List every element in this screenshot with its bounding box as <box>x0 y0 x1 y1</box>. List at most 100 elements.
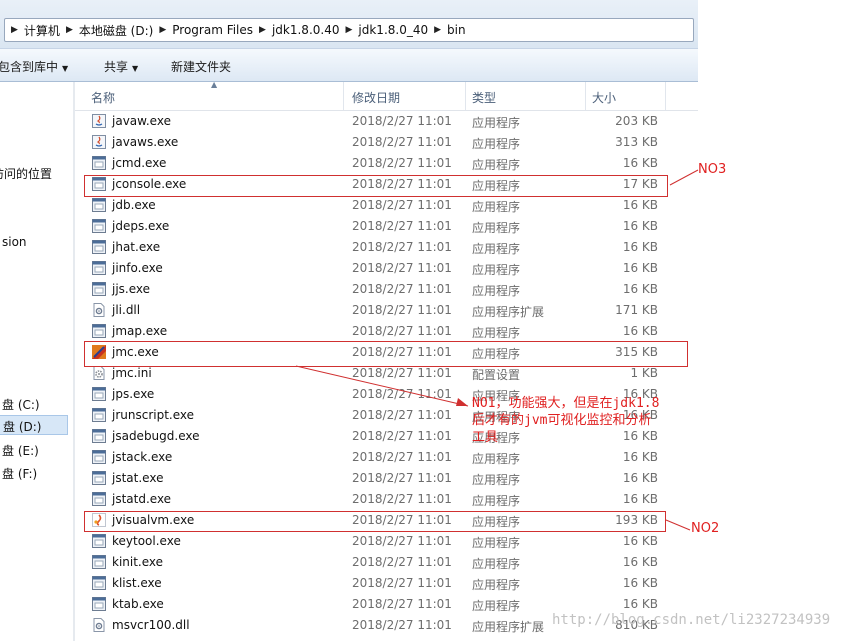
file-modified-date: 2018/2/27 11:01 <box>352 240 452 254</box>
chevron-right-icon: ▶ <box>65 25 73 35</box>
file-type: 应用程序 <box>472 452 521 466</box>
file-type: 应用程序 <box>472 473 521 487</box>
file-type: 应用程序 <box>472 389 521 403</box>
file-row-jconsole-exe[interactable]: jconsole.exe 2018/2/27 11:01 应用程序 17 KB <box>75 174 698 195</box>
file-name: keytool.exe <box>112 534 181 548</box>
file-modified-date: 2018/2/27 11:01 <box>352 303 452 317</box>
file-row-jcmd-exe[interactable]: jcmd.exe 2018/2/27 11:01 应用程序 16 KB <box>75 153 698 174</box>
share-button[interactable]: 共享 ▼ <box>104 58 138 75</box>
column-header-name[interactable]: 名称 <box>91 89 115 106</box>
file-name: jconsole.exe <box>112 177 187 191</box>
nav-drive-e[interactable]: 盘 (E:) <box>2 442 39 459</box>
file-row-msvcr100-dll[interactable]: msvcr100.dll 2018/2/27 11:01 应用程序扩展 810 KB <box>75 615 698 636</box>
column-header-size[interactable]: 大小 <box>592 89 616 106</box>
exe-icon <box>92 156 106 170</box>
file-row-jinfo-exe[interactable]: jinfo.exe 2018/2/27 11:01 应用程序 16 KB <box>75 258 698 279</box>
file-row-jrunscript-exe[interactable]: jrunscript.exe 2018/2/27 11:01 应用程序 16 KB <box>75 405 698 426</box>
file-modified-date: 2018/2/27 11:01 <box>352 618 452 632</box>
file-row-jstatd-exe[interactable]: jstatd.exe 2018/2/27 11:01 应用程序 16 KB <box>75 489 698 510</box>
file-size: 313 KB <box>615 135 658 149</box>
breadcrumb-computer[interactable]: ▶ 计算机 <box>5 19 60 41</box>
exe-icon <box>92 387 106 401</box>
nav-drive-f[interactable]: 盘 (F:) <box>2 465 37 482</box>
file-name: jjs.exe <box>112 282 151 296</box>
file-size: 171 KB <box>615 303 658 317</box>
file-name: jstat.exe <box>112 471 164 485</box>
file-row-ktab-exe[interactable]: ktab.exe 2018/2/27 11:01 应用程序 16 KB <box>75 594 698 615</box>
file-row-jmap-exe[interactable]: jmap.exe 2018/2/27 11:01 应用程序 16 KB <box>75 321 698 342</box>
include-in-library-button[interactable]: 包含到库中 ▼ <box>0 58 68 75</box>
file-type: 应用程序 <box>472 284 521 298</box>
column-divider[interactable] <box>465 82 466 110</box>
file-type: 应用程序 <box>472 221 521 235</box>
address-path[interactable]: ▶ 计算机 ▶ 本地磁盘 (D:) ▶ Program Files ▶ jdk1.8.0… <box>4 18 694 42</box>
file-row-jjs-exe[interactable]: jjs.exe 2018/2/27 11:01 应用程序 16 KB <box>75 279 698 300</box>
column-divider[interactable] <box>665 82 666 110</box>
breadcrumb-jdk-folder[interactable]: ▶ jdk1.8.0.40 <box>253 19 339 41</box>
file-row-keytool-exe[interactable]: keytool.exe 2018/2/27 11:01 应用程序 16 KB <box>75 531 698 552</box>
file-modified-date: 2018/2/27 11:01 <box>352 198 452 212</box>
file-row-jsadebugd-exe[interactable]: jsadebugd.exe 2018/2/27 11:01 应用程序 16 KB <box>75 426 698 447</box>
file-modified-date: 2018/2/27 11:01 <box>352 597 452 611</box>
breadcrumb-program-files[interactable]: ▶ Program Files <box>153 19 253 41</box>
column-header-type[interactable]: 类型 <box>472 89 496 106</box>
column-header-row: ▲ 名称 修改日期 类型 大小 <box>75 80 698 111</box>
navigation-pane: 访问的位置 sion 盘 (C:) 盘 (D:) 盘 (E:) 盘 (F:) <box>0 82 73 641</box>
nav-drive-c[interactable]: 盘 (C:) <box>2 396 40 413</box>
file-row-jdeps-exe[interactable]: jdeps.exe 2018/2/27 11:01 应用程序 16 KB <box>75 216 698 237</box>
exe-icon <box>92 198 106 212</box>
file-row-jmc-exe[interactable]: jmc.exe 2018/2/27 11:01 应用程序 315 KB <box>75 342 698 363</box>
file-row-klist-exe[interactable]: klist.exe 2018/2/27 11:01 应用程序 16 KB <box>75 573 698 594</box>
file-modified-date: 2018/2/27 11:01 <box>352 576 452 590</box>
file-name: jmc.ini <box>112 366 152 380</box>
exe-icon <box>92 492 106 506</box>
file-row-jli-dll[interactable]: jli.dll 2018/2/27 11:01 应用程序扩展 171 KB <box>75 300 698 321</box>
breadcrumb-jdk-subfolder[interactable]: ▶ jdk1.8.0_40 <box>339 19 428 41</box>
file-name: javaws.exe <box>112 135 179 149</box>
column-header-modified[interactable]: 修改日期 <box>352 89 400 106</box>
explorer-window: ▶ 计算机 ▶ 本地磁盘 (D:) ▶ Program Files ▶ jdk1.8.0… <box>0 0 698 641</box>
file-modified-date: 2018/2/27 11:01 <box>352 219 452 233</box>
file-row-jhat-exe[interactable]: jhat.exe 2018/2/27 11:01 应用程序 16 KB <box>75 237 698 258</box>
file-row-kinit-exe[interactable]: kinit.exe 2018/2/27 11:01 应用程序 16 KB <box>75 552 698 573</box>
file-size: 16 KB <box>622 429 658 443</box>
file-modified-date: 2018/2/27 11:01 <box>352 324 452 338</box>
chevron-right-icon: ▶ <box>259 25 266 35</box>
column-divider[interactable] <box>585 82 586 110</box>
file-modified-date: 2018/2/27 11:01 <box>352 534 452 548</box>
breadcrumb-bin[interactable]: ▶ bin <box>428 19 465 41</box>
file-row-jdb-exe[interactable]: jdb.exe 2018/2/27 11:01 应用程序 16 KB <box>75 195 698 216</box>
file-name: jli.dll <box>112 303 141 317</box>
file-modified-date: 2018/2/27 11:01 <box>352 429 452 443</box>
file-row-jstack-exe[interactable]: jstack.exe 2018/2/27 11:01 应用程序 16 KB <box>75 447 698 468</box>
file-name: jcmd.exe <box>112 156 167 170</box>
file-size: 16 KB <box>622 576 658 590</box>
file-size: 1 KB <box>630 366 658 380</box>
file-row-jps-exe[interactable]: jps.exe 2018/2/27 11:01 应用程序 16 KB <box>75 384 698 405</box>
nav-version-folder[interactable]: sion <box>2 235 27 249</box>
file-name: javaw.exe <box>112 114 171 128</box>
new-folder-button[interactable]: 新建文件夹 <box>171 58 231 75</box>
breadcrumb-drive-d[interactable]: ▶ 本地磁盘 (D:) <box>60 19 153 41</box>
file-modified-date: 2018/2/27 11:01 <box>352 177 452 191</box>
java-icon <box>92 114 106 128</box>
column-divider[interactable] <box>343 82 344 110</box>
sort-ascending-icon: ▲ <box>211 80 218 89</box>
jvisualvm-icon <box>92 513 106 527</box>
file-modified-date: 2018/2/27 11:01 <box>352 450 452 464</box>
file-size: 193 KB <box>615 513 658 527</box>
file-name: jstatd.exe <box>112 492 172 506</box>
file-row-jmc-ini[interactable]: jmc.ini 2018/2/27 11:01 配置设置 1 KB <box>75 363 698 384</box>
file-row-jvisualvm-exe[interactable]: jvisualvm.exe 2018/2/27 11:01 应用程序 193 KB <box>75 510 698 531</box>
exe-icon <box>92 219 106 233</box>
nav-recent-places[interactable]: 访问的位置 <box>0 165 52 182</box>
file-name: kinit.exe <box>112 555 164 569</box>
dll-icon <box>92 618 106 632</box>
file-row-jstat-exe[interactable]: jstat.exe 2018/2/27 11:01 应用程序 16 KB <box>75 468 698 489</box>
file-row-javaw-exe[interactable]: javaw.exe 2018/2/27 11:01 应用程序 203 KB <box>75 111 698 132</box>
annotation-no3: NO3 <box>698 162 727 177</box>
exe-icon <box>92 555 106 569</box>
file-row-javaws-exe[interactable]: javaws.exe 2018/2/27 11:01 应用程序 313 KB <box>75 132 698 153</box>
nav-drive-d[interactable]: 盘 (D:) <box>0 415 68 435</box>
jmc-icon <box>92 345 106 359</box>
